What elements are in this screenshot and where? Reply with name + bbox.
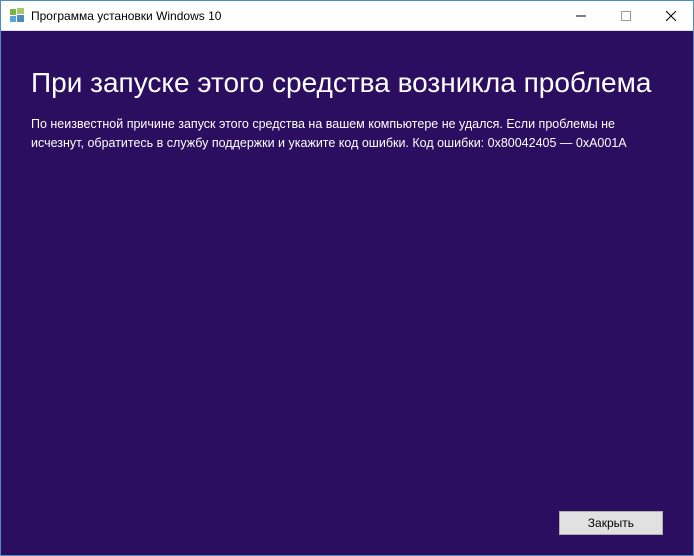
minimize-button[interactable]	[558, 1, 603, 30]
close-window-button[interactable]	[648, 1, 693, 30]
error-message: По неизвестной причине запуск этого сред…	[31, 115, 663, 151]
error-heading: При запуске этого средства возникла проб…	[31, 65, 663, 101]
titlebar: Программа установки Windows 10	[1, 1, 693, 31]
window-title: Программа установки Windows 10	[31, 9, 558, 23]
button-bar: Закрыть	[31, 501, 663, 535]
maximize-button[interactable]	[603, 1, 648, 30]
window: Программа установки Windows 10 При запус…	[0, 0, 694, 556]
content-area: При запуске этого средства возникла проб…	[1, 31, 693, 555]
close-button[interactable]: Закрыть	[559, 511, 663, 535]
window-controls	[558, 1, 693, 30]
app-icon	[9, 8, 25, 24]
